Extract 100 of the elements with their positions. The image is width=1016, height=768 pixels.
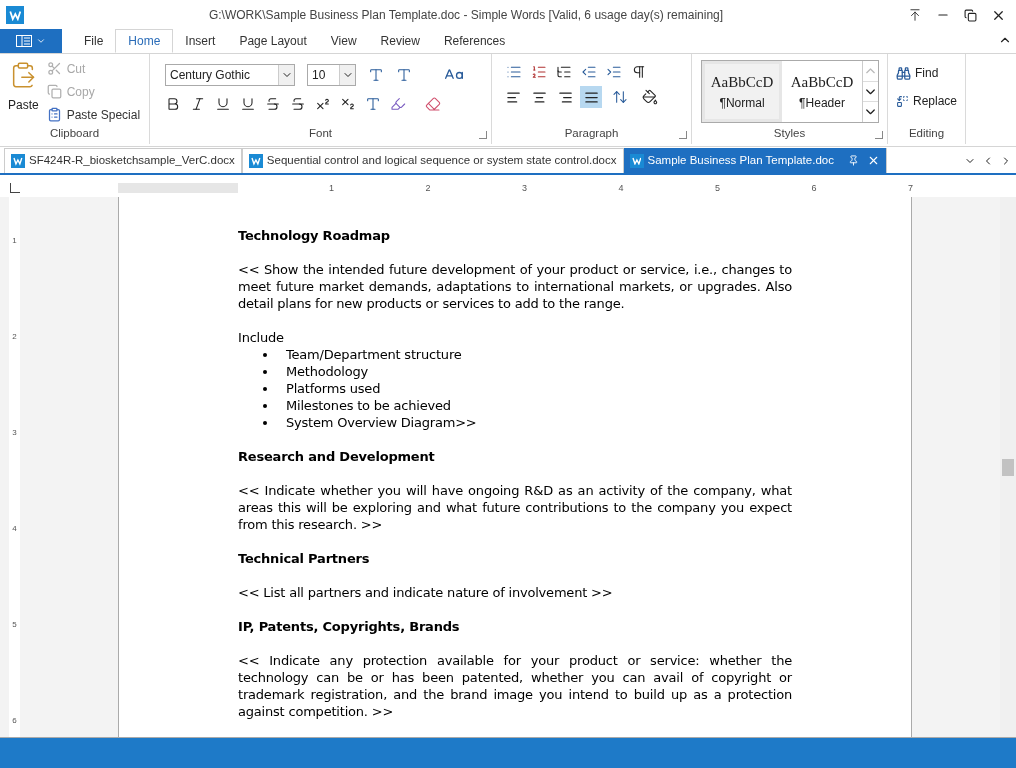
bullet-icon [263,369,267,374]
ruler-number: 1 [329,183,334,193]
font-family-dropdown[interactable]: Century Gothic [165,64,295,86]
dialog-launcher-icon[interactable] [479,131,487,139]
ruler-number: 5 [12,621,17,629]
ruler-number: 6 [12,717,17,725]
app-logo-icon [629,153,644,168]
ruler-number: 3 [522,183,527,193]
paste-button[interactable]: Paste [8,58,39,124]
list-item: Platforms used [286,380,381,397]
scissors-icon [46,61,62,76]
binoculars-icon [896,65,911,81]
italic-icon[interactable] [190,96,206,112]
font-color-icon[interactable] [365,96,381,112]
font-size-dropdown[interactable]: 10 [307,64,356,86]
body-paragraph: << Indicate whether you will have ongoing R&D as an activity of the company, what areas this will be exploring and what future contributions to the company you expect from this research. >> [238,482,792,533]
list-item: Methodology [286,363,369,380]
style-preview[interactable]: AaBbCcD ¶Normal [702,61,782,122]
shading-icon[interactable] [642,89,658,105]
clipboard-command[interactable]: Paste Special [46,105,141,124]
subscript-icon[interactable] [340,96,356,112]
application-menu-button[interactable] [0,29,62,53]
find-button[interactable]: Find [896,64,957,82]
ribbon-tab[interactable]: File [72,29,116,53]
style-preview[interactable]: AaBbCcD ¶Header [782,61,862,122]
increase-indent-icon[interactable] [606,64,622,80]
ruler-number: 2 [425,183,431,193]
bullet-icon [263,420,267,425]
strikethrough-icon[interactable] [265,96,281,112]
app-logo-icon [248,154,263,168]
bullet-icon [263,403,267,408]
replace-icon [896,93,909,109]
ribbon-tab[interactable]: References [431,29,518,53]
line-spacing-icon[interactable] [612,89,628,105]
ribbon-tab[interactable]: Review [368,29,432,53]
list-item: Milestones to be achieved [286,397,451,414]
body-paragraph: << Show the intended future development of your product or service, i.e., changes to meet future market demands, adaptations to international markets, or upgrades. Also detail plans for new products or services to add to the range. [238,261,792,312]
group-label: Paragraph [564,126,619,142]
ruler-number: 2 [12,333,17,341]
bullet-icon [263,386,267,391]
document-tab[interactable]: SF424R-R_biosketchsample_VerC.docx [4,148,242,173]
ruler-number: 3 [12,429,17,437]
dialog-launcher-icon[interactable] [875,131,883,139]
list-item: System Overview Diagram>> [286,414,477,431]
ruler-number: 5 [715,183,720,193]
ribbon-tab[interactable]: Home [115,29,174,53]
document-tab[interactable]: Sample Business Plan Template.doc [623,148,887,173]
replace-button[interactable]: Replace [896,92,957,110]
group-label: Font [309,126,332,142]
align-justify-icon [583,89,599,105]
numbered-list-icon[interactable] [531,64,547,80]
document-tab[interactable]: Sequential control and logical sequence or system state control.docx [241,148,624,173]
bullet-list-icon[interactable] [506,64,522,80]
ruler-number: 4 [12,525,17,533]
bold-icon[interactable] [165,96,181,112]
body-paragraph: << Indicate any protection available for your product or service: whether the technology can be or has been patented, whether you can avail of copyright or trademark registration, and the brand image you intend to build up as a protection against competition. >> [238,652,792,720]
tab-stop-icon[interactable] [10,183,20,193]
clear-formatting-icon[interactable] [425,96,441,112]
body-paragraph: << List all partners and indicate nature of involvement >> [238,584,614,601]
superscript-icon[interactable] [315,96,331,112]
ribbon-tab[interactable]: View [318,29,369,53]
double-strikethrough-icon[interactable] [290,96,306,112]
ribbon-tab[interactable]: Page Layout [227,29,319,53]
scrollbar-thumb[interactable] [1002,459,1014,476]
ruler-number: 1 [12,237,17,245]
app-logo-icon [11,154,25,168]
ruler-number: 4 [618,183,624,193]
grow-font-icon[interactable] [368,67,384,83]
decrease-indent-icon[interactable] [581,64,597,80]
app-logo-icon [6,6,24,24]
list-item: Team/Department structure [286,346,462,363]
highlighter-icon[interactable] [390,96,406,112]
menu-icon [16,35,32,47]
window-title: G:\WORK\Sample Business Plan Template.doc - Simple Words [Valid, 6 usage day(s) remaining] [207,7,725,24]
shrink-font-icon[interactable] [396,67,412,83]
clipboard-icon [46,107,62,122]
pin-top-icon[interactable] [908,8,922,22]
bullet-icon [263,352,267,357]
pin-icon[interactable] [847,155,859,166]
ruler-number: 7 [908,183,913,193]
align-left-icon [505,89,521,105]
underline-icon[interactable] [215,96,231,112]
section-heading: Technical Partners [238,550,371,567]
ribbon-tab[interactable]: Insert [173,29,228,53]
align-right-icon [557,89,573,105]
multilevel-list-icon[interactable] [556,64,572,80]
align-center-icon [531,89,547,105]
section-heading: Research and Development [238,448,436,465]
double-underline-icon[interactable] [240,96,256,112]
section-heading: Technology Roadmap [238,227,391,244]
group-label: Editing [908,126,945,142]
align-button[interactable] [580,86,602,108]
restore-icon[interactable] [964,8,977,22]
pilcrow-icon[interactable] [631,64,647,80]
body-text: Include [238,329,285,346]
dialog-launcher-icon[interactable] [679,131,687,139]
group-label: Styles [773,126,806,142]
ruler-number: 6 [811,183,817,193]
group-label: Clipboard [49,126,100,142]
copy-icon [46,84,62,99]
